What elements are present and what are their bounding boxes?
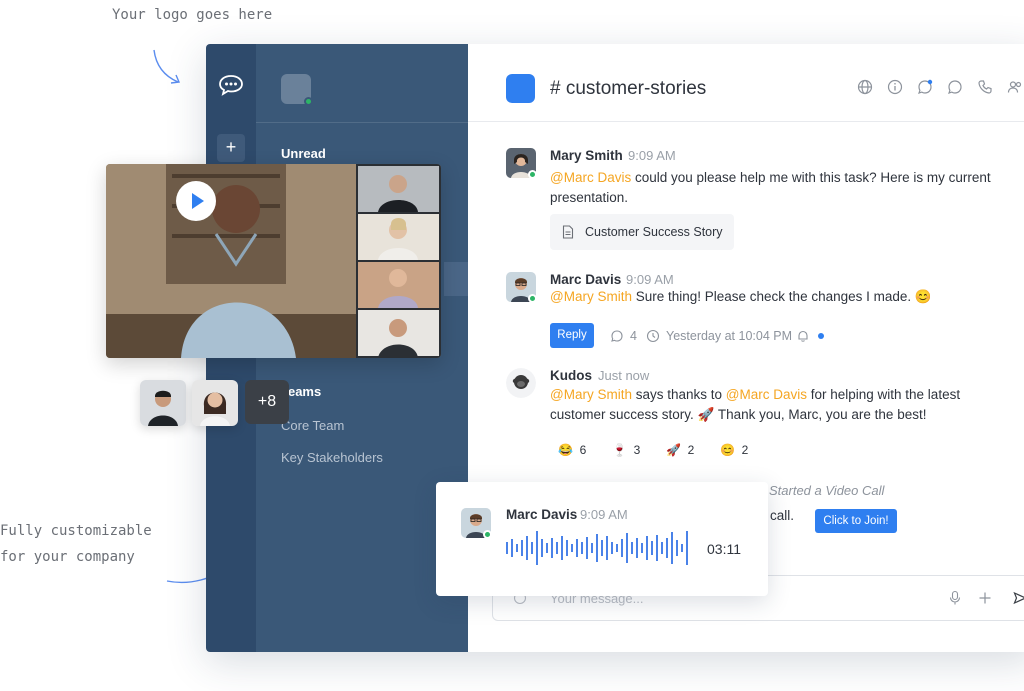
online-status-dot xyxy=(304,97,313,106)
last-reply-time: Yesterday at 10:04 PM xyxy=(666,329,792,343)
reaction-pill[interactable]: 😂 6 xyxy=(550,438,594,462)
reaction-pill[interactable]: 🚀 2 xyxy=(658,438,702,462)
reaction-emoji: 🍷 xyxy=(612,443,627,457)
thread-count: 4 xyxy=(630,329,637,343)
sidebar-section-unread[interactable]: Unread xyxy=(281,146,326,161)
clock-icon xyxy=(646,329,660,343)
message-marc-davis: Marc Davis 9:09 AM @Mary Smith Sure thin… xyxy=(506,272,1024,352)
message-text: @Mary Smith says thanks to @Marc Davis f… xyxy=(550,385,980,425)
globe-icon[interactable] xyxy=(856,78,874,96)
add-icon[interactable] xyxy=(978,591,992,605)
reaction-count: 2 xyxy=(742,443,749,457)
logo-annotation-arrow xyxy=(150,48,186,88)
message-time: 9:09 AM xyxy=(626,272,674,287)
voice-message-author[interactable]: Marc Davis xyxy=(506,507,577,522)
reaction-count: 3 xyxy=(634,443,641,457)
reaction-pill[interactable]: 🍷 3 xyxy=(604,438,648,462)
mention-link[interactable]: @Mary Smith xyxy=(550,387,632,402)
video-call-text: call. xyxy=(770,508,794,523)
reaction-count: 2 xyxy=(688,443,695,457)
reply-button[interactable]: Reply xyxy=(550,323,594,348)
unread-dot xyxy=(818,333,824,339)
members-icon[interactable] xyxy=(1006,78,1024,96)
channel-header: # customer-stories xyxy=(468,44,1024,122)
online-status-dot xyxy=(483,530,492,539)
thread-icon[interactable] xyxy=(610,329,624,343)
sidebar-item-core-team[interactable]: Core Team xyxy=(281,418,344,433)
reaction-emoji: 🚀 xyxy=(666,443,681,457)
message-body: Sure thing! Please check the changes I m… xyxy=(632,289,932,304)
reaction-emoji: 😊 xyxy=(720,443,735,457)
header-toolbar xyxy=(856,78,1024,96)
online-status-dot xyxy=(528,170,537,179)
mention-link[interactable]: @Mary Smith xyxy=(550,289,632,304)
document-icon xyxy=(562,225,574,239)
message-body: says thanks to xyxy=(632,387,726,402)
reaction-pill[interactable]: 😊 2 xyxy=(712,438,756,462)
participant-avatar[interactable] xyxy=(192,380,238,426)
channel-avatar xyxy=(506,74,535,103)
chat-logo-icon[interactable] xyxy=(218,74,244,96)
send-icon[interactable] xyxy=(1013,591,1024,605)
reaction-count: 6 xyxy=(580,443,587,457)
customization-annotation-line2: for your company xyxy=(0,544,180,570)
mention-link[interactable]: @Marc Davis xyxy=(550,170,631,185)
sidebar-divider xyxy=(256,122,468,123)
customization-annotation: Fully customizable for your company xyxy=(0,518,180,570)
video-call-preview[interactable] xyxy=(106,164,441,358)
marketing-stage: Your logo goes here Fully customizable f… xyxy=(0,0,1024,691)
sidebar-active-highlight xyxy=(444,262,468,296)
play-button[interactable] xyxy=(176,181,216,221)
message-author[interactable]: Kudos xyxy=(550,368,592,383)
microphone-icon[interactable] xyxy=(948,590,962,606)
message-text: @Marc Davis could you please help me wit… xyxy=(550,168,1010,208)
join-call-button[interactable]: Click to Join! xyxy=(815,509,897,533)
participant-avatar[interactable] xyxy=(140,380,186,426)
file-attachment[interactable]: Customer Success Story xyxy=(550,214,734,250)
add-workspace-button[interactable]: + xyxy=(217,134,245,162)
call-icon[interactable] xyxy=(976,78,994,96)
kudos-bot-avatar[interactable] xyxy=(506,368,536,398)
voice-message-card[interactable]: Marc Davis 9:09 AM 03:11 xyxy=(436,482,768,596)
bell-icon[interactable] xyxy=(796,329,810,343)
voice-message-duration: 03:11 xyxy=(707,541,741,557)
message-time: 9:09 AM xyxy=(628,148,676,163)
sidebar-item-key-stakeholders[interactable]: Key Stakeholders xyxy=(281,450,383,465)
reaction-emoji: 😂 xyxy=(558,443,573,457)
message-author[interactable]: Mary Smith xyxy=(550,148,623,163)
info-icon[interactable] xyxy=(886,78,904,96)
customization-annotation-line1: Fully customizable xyxy=(0,518,180,544)
play-icon xyxy=(176,181,216,221)
threads-icon[interactable] xyxy=(916,78,934,96)
mention-link[interactable]: @Marc Davis xyxy=(726,387,807,402)
logo-annotation: Your logo goes here xyxy=(112,2,272,28)
user-avatar[interactable] xyxy=(281,74,311,104)
message-time: Just now xyxy=(598,368,649,383)
discussion-icon[interactable] xyxy=(946,78,964,96)
attachment-name: Customer Success Story xyxy=(585,225,723,239)
channel-title: # customer-stories xyxy=(550,78,706,100)
message-text: @Mary Smith Sure thing! Please check the… xyxy=(550,287,1010,307)
message-kudos: Kudos Just now @Mary Smith says thanks t… xyxy=(506,368,1024,468)
message-author[interactable]: Marc Davis xyxy=(550,272,621,287)
online-status-dot xyxy=(528,294,537,303)
audio-waveform[interactable] xyxy=(506,530,696,566)
voice-message-time: 9:09 AM xyxy=(580,507,628,522)
video-call-main-speaker-image xyxy=(106,164,441,358)
video-call-status: Started a Video Call xyxy=(769,483,884,498)
more-participants-badge[interactable]: +8 xyxy=(245,380,289,424)
